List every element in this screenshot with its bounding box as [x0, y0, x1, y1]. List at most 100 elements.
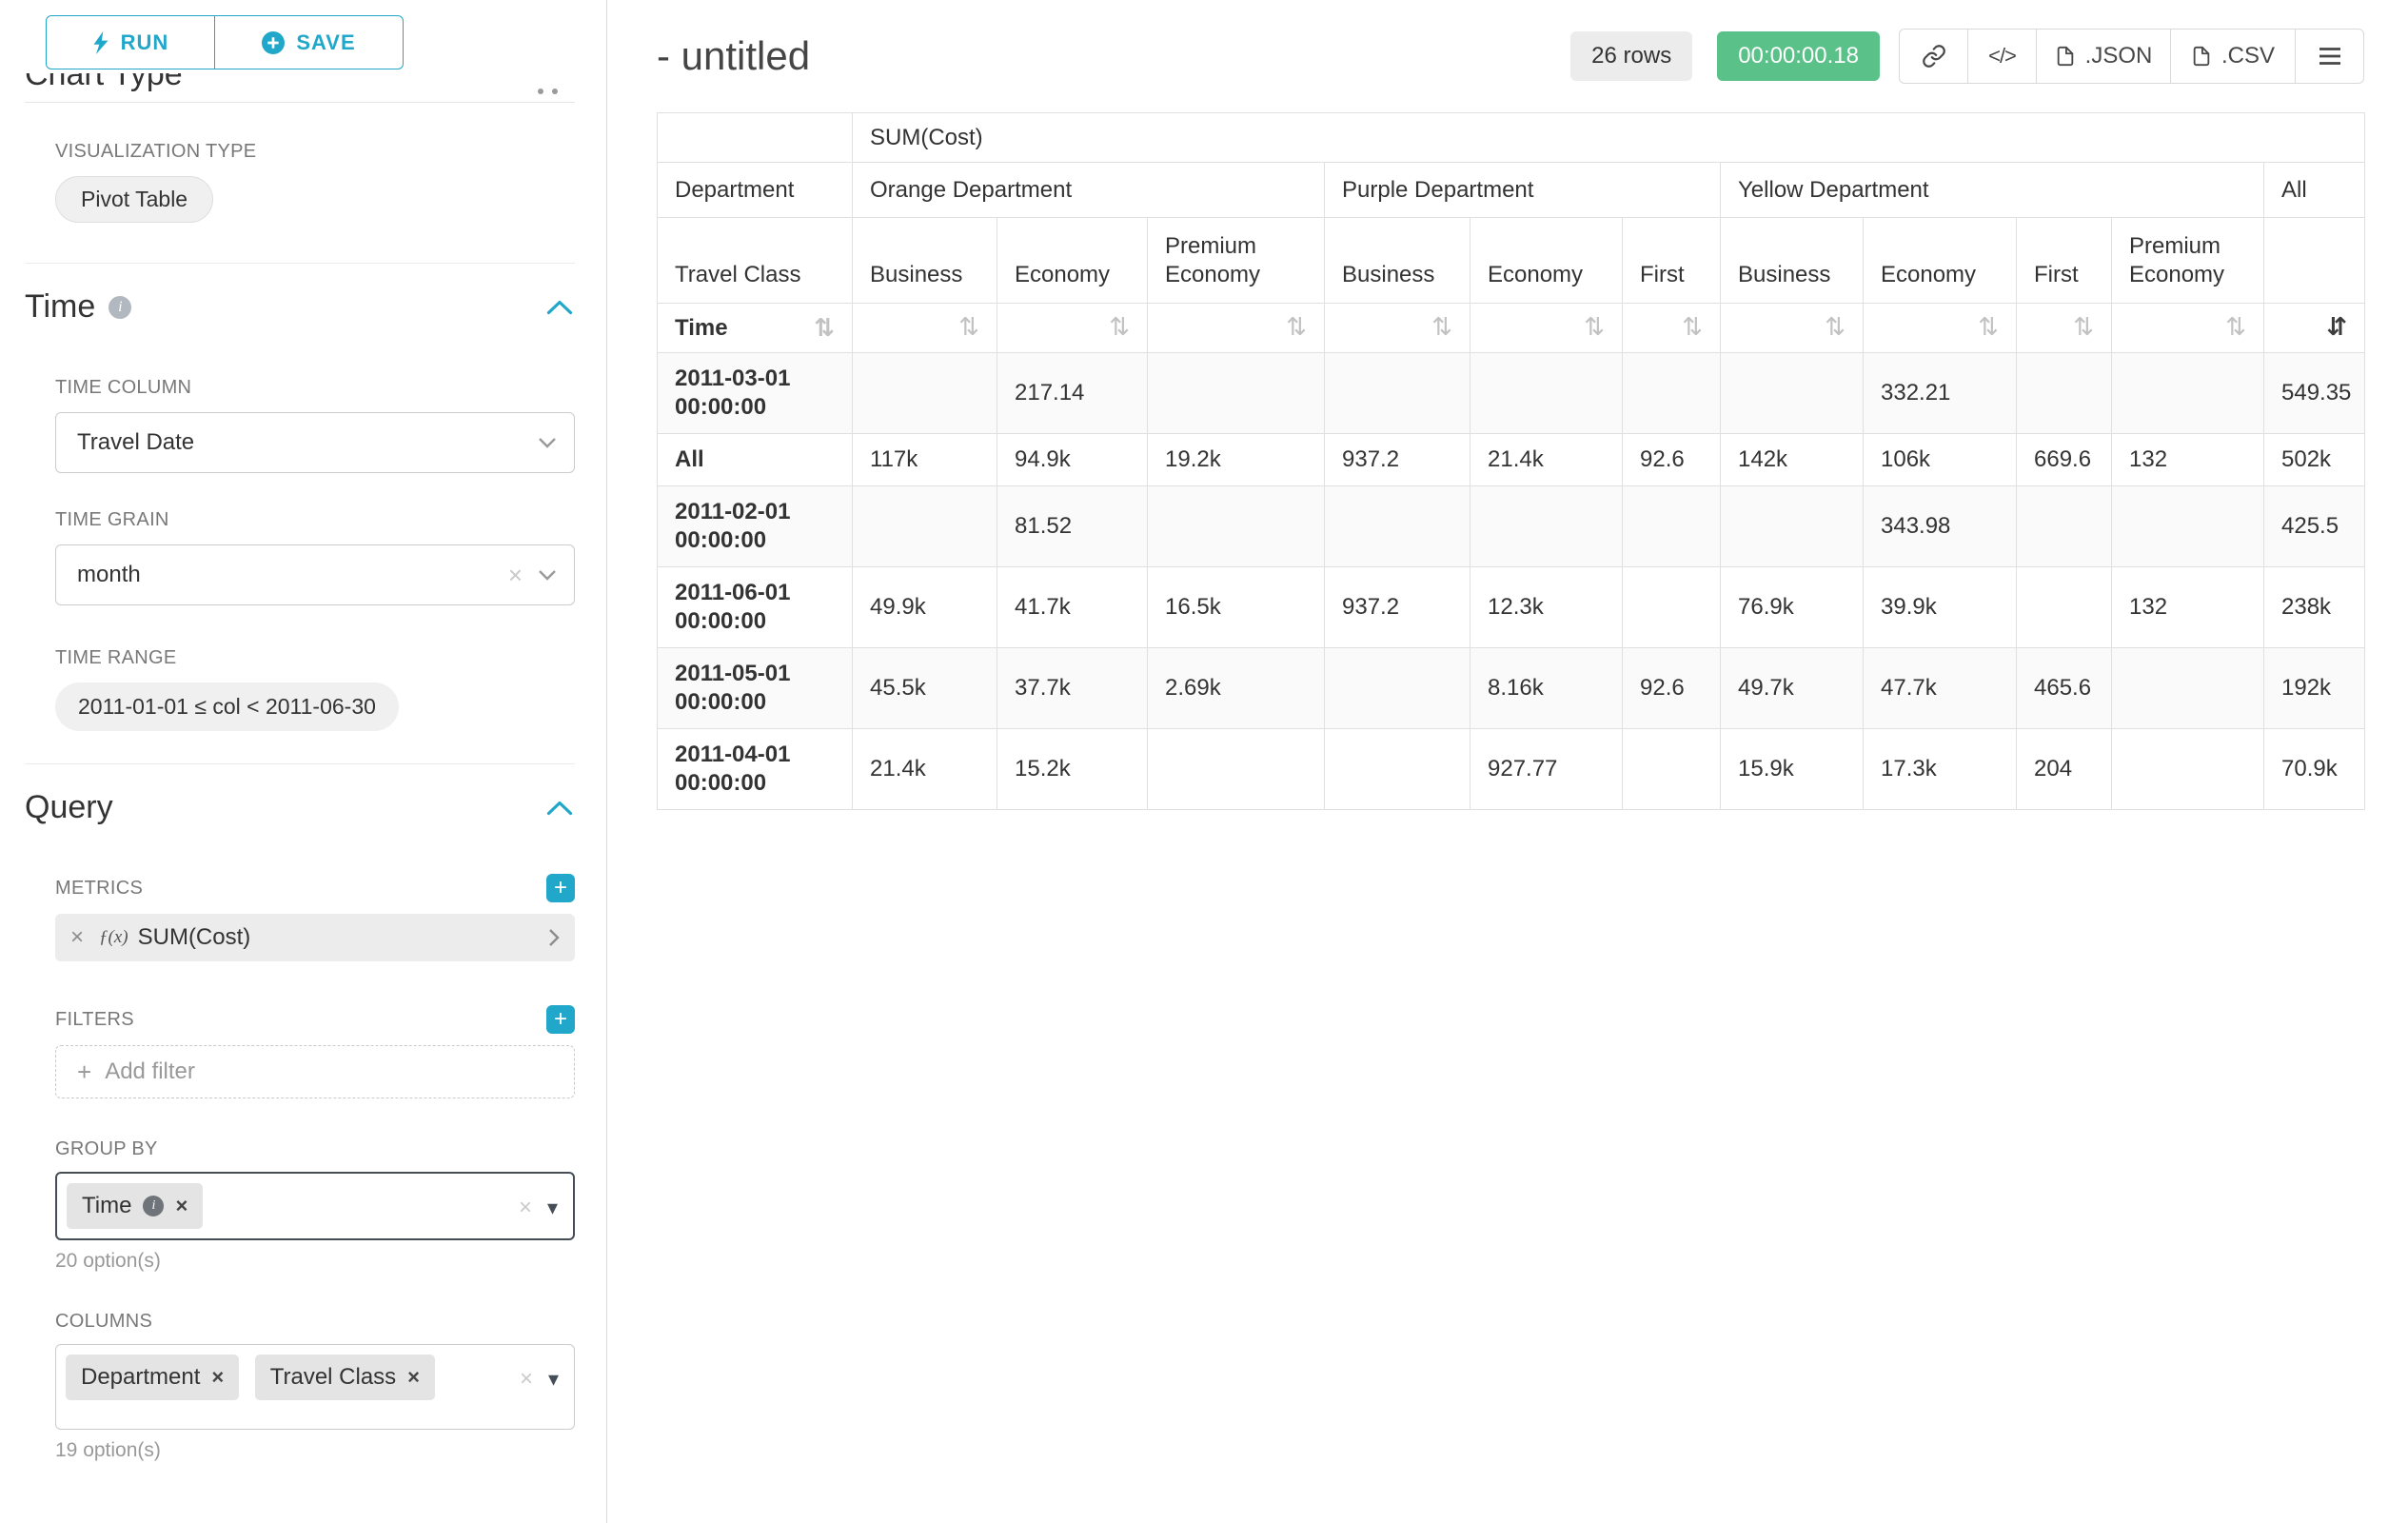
pivot-cell	[1623, 729, 1721, 810]
pivot-cell	[2112, 729, 2264, 810]
pivot-cell: 21.4k	[853, 729, 997, 810]
viz-type-pill[interactable]: Pivot Table	[55, 176, 213, 223]
pivot-cell: 669.6	[2017, 434, 2112, 486]
sort-icon[interactable]: ⇅	[1682, 313, 1703, 342]
pivot-cell: 16.5k	[1148, 567, 1325, 648]
sort-icon[interactable]: ⇅	[958, 313, 979, 342]
columns-chip[interactable]: Travel Class ×	[255, 1355, 435, 1400]
column-sort-cell[interactable]: ⇅	[997, 304, 1148, 353]
pivot-cell: 94.9k	[997, 434, 1148, 486]
export-json-button[interactable]: .JSON	[2036, 29, 2171, 84]
visualization-type-label: VISUALIZATION TYPE	[55, 141, 575, 163]
chevron-down-icon: ▾	[547, 1196, 558, 1220]
sort-icon[interactable]: ⇅	[1109, 313, 1130, 342]
metric-header-row: SUM(Cost)	[658, 113, 2365, 163]
pivot-cell: 70.9k	[2264, 729, 2365, 810]
column-sort-cell[interactable]: ⇅	[1470, 304, 1623, 353]
pivot-cell: 332.21	[1864, 353, 2017, 434]
column-sort-cell[interactable]: ⇅	[2112, 304, 2264, 353]
remove-chip-icon[interactable]: ×	[211, 1365, 224, 1390]
save-button[interactable]: SAVE	[215, 15, 404, 69]
column-sort-cell[interactable]: ⇅	[1623, 304, 1721, 353]
chevron-down-icon: ▾	[548, 1367, 559, 1392]
time-section-header[interactable]: Time i	[25, 288, 575, 326]
info-icon: i	[109, 296, 131, 319]
travel-class-header-row: Travel Class Business Economy Premium Ec…	[658, 218, 2365, 304]
sort-icon[interactable]: ⇅	[1825, 313, 1845, 342]
time-range-pill[interactable]: 2011-01-01 ≤ col < 2011-06-30	[55, 682, 399, 731]
clear-all-icon[interactable]: ×	[520, 1366, 533, 1393]
chart-type-heading: Chart Type	[25, 73, 575, 96]
remove-chip-icon[interactable]: ×	[175, 1194, 188, 1218]
sort-icon[interactable]: ⇅	[814, 314, 835, 343]
add-filter-dropzone[interactable]: + Add filter	[55, 1045, 575, 1098]
columns-select[interactable]: Department × Travel Class × × ▾	[55, 1344, 575, 1430]
pivot-cell	[1470, 486, 1623, 567]
columns-label: COLUMNS	[55, 1311, 575, 1333]
pivot-cell: 49.9k	[853, 567, 997, 648]
clear-all-icon[interactable]: ×	[519, 1195, 532, 1221]
pivot-cell	[1721, 486, 1864, 567]
chevron-down-icon	[538, 569, 557, 581]
remove-metric-icon[interactable]: ×	[70, 924, 84, 951]
export-csv-button[interactable]: .CSV	[2170, 29, 2296, 84]
add-metric-button[interactable]: +	[546, 874, 575, 902]
time-column-select[interactable]: Travel Date	[55, 412, 575, 473]
pivot-cell: 81.52	[997, 486, 1148, 567]
pivot-cell: 45.5k	[853, 648, 997, 729]
add-filter-button[interactable]: +	[546, 1005, 575, 1034]
column-sort-cell[interactable]: ⇅	[853, 304, 997, 353]
column-sort-cell-active[interactable]: ⇵	[2264, 304, 2365, 353]
embed-code-button[interactable]: </>	[1967, 29, 2037, 84]
export-toolbar: </> .JSON .CSV	[1899, 29, 2364, 84]
corner-cell	[658, 113, 853, 163]
copy-link-button[interactable]	[1899, 29, 1968, 84]
time-sort-cell[interactable]: Time⇅	[658, 304, 853, 353]
pivot-cell	[1148, 353, 1325, 434]
bolt-icon	[92, 30, 109, 55]
clear-icon[interactable]: ×	[508, 561, 523, 590]
columns-chip[interactable]: Department ×	[66, 1355, 239, 1400]
group-by-chip[interactable]: Time i ×	[67, 1183, 203, 1229]
column-sort-cell[interactable]: ⇅	[1721, 304, 1864, 353]
pivot-cell	[2112, 486, 2264, 567]
column-sort-cell[interactable]: ⇅	[1864, 304, 2017, 353]
chevron-up-icon[interactable]	[546, 299, 573, 315]
pivot-cell: 2.69k	[1148, 648, 1325, 729]
column-group-header: Yellow Department	[1721, 163, 2264, 218]
time-range-label: TIME RANGE	[55, 647, 575, 669]
department-header-row: Department Orange Department Purple Depa…	[658, 163, 2365, 218]
sort-icon[interactable]: ⇅	[1431, 313, 1452, 342]
sort-icon[interactable]: ⇅	[1286, 313, 1307, 342]
run-button[interactable]: RUN	[46, 15, 215, 69]
sort-icon[interactable]: ⇅	[2225, 313, 2246, 342]
query-section-header[interactable]: Query	[25, 789, 575, 826]
group-by-label: GROUP BY	[55, 1138, 575, 1160]
save-button-label: SAVE	[296, 30, 355, 55]
column-sort-cell[interactable]: ⇅	[1325, 304, 1470, 353]
pivot-cell: 92.6	[1623, 434, 1721, 486]
sort-icon[interactable]: ⇅	[1584, 313, 1605, 342]
pivot-cell	[1148, 729, 1325, 810]
pivot-cell: 927.77	[1470, 729, 1623, 810]
group-by-select[interactable]: Time i × × ▾	[55, 1172, 575, 1240]
sort-icon[interactable]: ⇅	[2073, 313, 2094, 342]
menu-button[interactable]	[2295, 29, 2364, 84]
export-csv-label: .CSV	[2221, 43, 2275, 69]
column-sort-cell[interactable]: ⇅	[1148, 304, 1325, 353]
file-icon	[2191, 45, 2212, 68]
pivot-cell: 8.16k	[1470, 648, 1623, 729]
chart-type-section-title-clipped: Chart Type	[25, 73, 575, 98]
column-sort-cell[interactable]: ⇅	[2017, 304, 2112, 353]
chevron-up-icon[interactable]	[546, 800, 573, 816]
pivot-row-label: All	[658, 434, 853, 486]
chart-title[interactable]: - untitled	[657, 33, 810, 79]
sort-desc-icon[interactable]: ⇵	[2326, 313, 2347, 342]
metric-chip[interactable]: × ƒ(x) SUM(Cost)	[55, 914, 575, 961]
time-grain-select[interactable]: month ×	[55, 544, 575, 605]
pivot-row-label: 2011-06-01 00:00:00	[658, 567, 853, 648]
pivot-cell: 502k	[2264, 434, 2365, 486]
remove-chip-icon[interactable]: ×	[407, 1365, 420, 1390]
plus-circle-icon	[262, 31, 285, 54]
sort-icon[interactable]: ⇅	[1978, 313, 1999, 342]
